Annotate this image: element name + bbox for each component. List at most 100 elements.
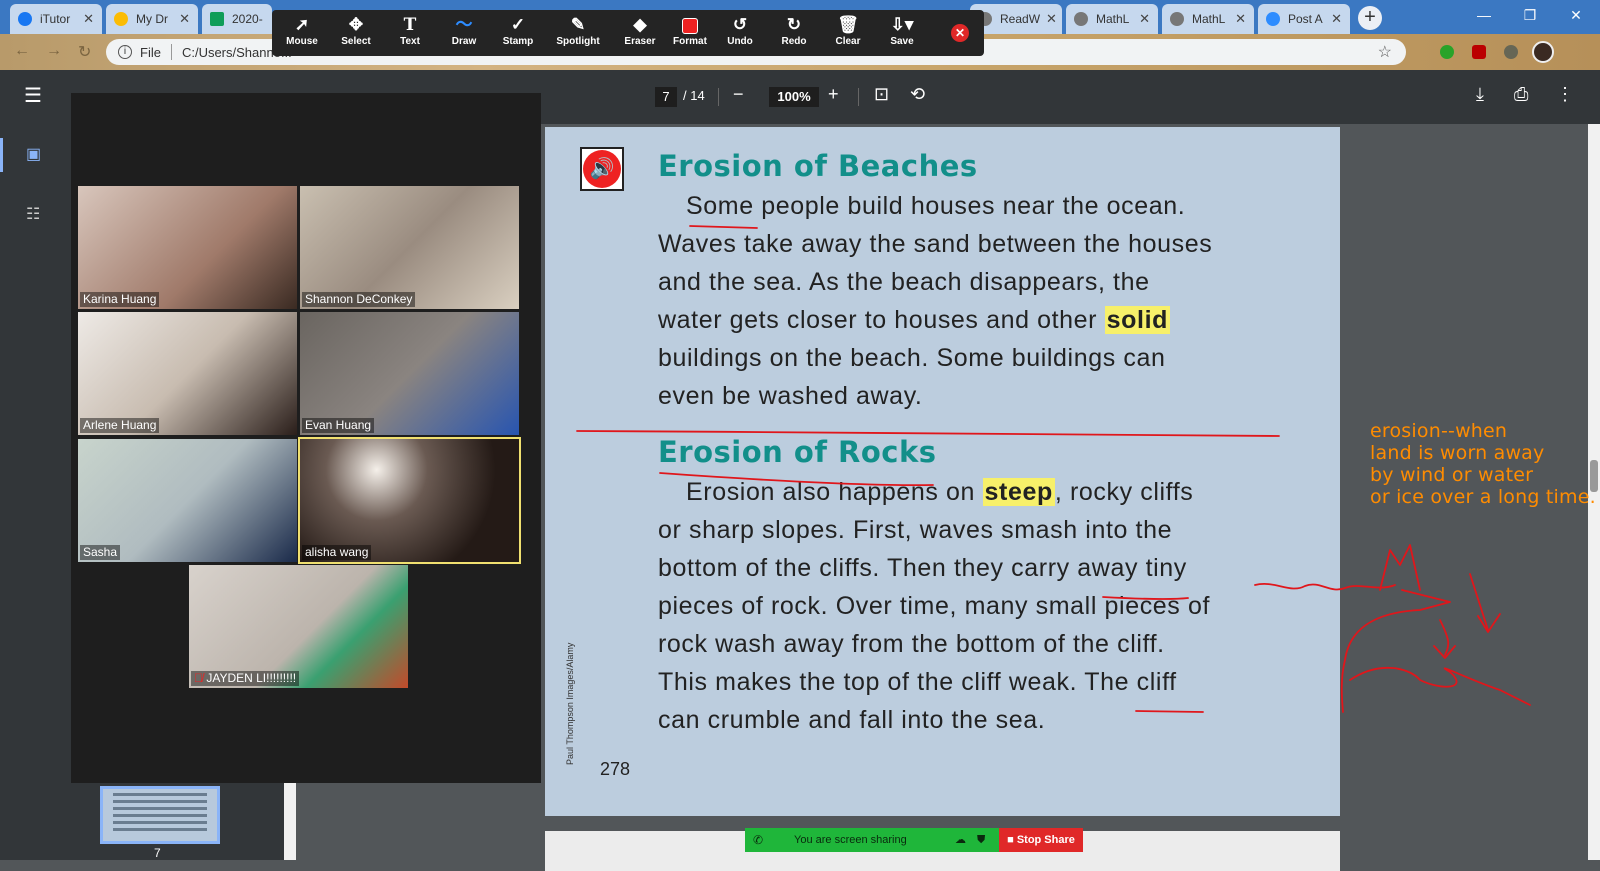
browser-tab[interactable]: My Dr ✕ (106, 4, 198, 34)
tab-label: iTutor (40, 12, 71, 26)
video-gallery: Karina Huang Shannon DeConkey Arlene Hua… (71, 93, 541, 783)
undo-icon: ↺ (732, 15, 748, 34)
info-icon[interactable]: i (118, 45, 132, 59)
tab-label: 2020- (232, 12, 263, 26)
tab-label: My Dr (136, 12, 168, 26)
new-tab-button[interactable]: + (1358, 6, 1382, 30)
video-tile[interactable]: Sasha (78, 439, 297, 562)
zoom-icon (1266, 12, 1280, 26)
download-icon[interactable]: ⤓ (1476, 84, 1484, 105)
thumbnails-icon[interactable]: ▣ (26, 144, 41, 164)
video-tile[interactable]: Arlene Huang (78, 312, 297, 435)
ublock-icon[interactable] (1472, 45, 1486, 59)
globe-icon (1170, 12, 1184, 26)
thumbnail-number: 7 (154, 846, 161, 860)
red-square-icon (664, 14, 716, 36)
sharing-status: ✆ You are screen sharing ☁ ⛊ (745, 828, 999, 852)
redo-icon: ↻ (786, 15, 802, 34)
audio-button[interactable]: 🔊 (580, 147, 624, 191)
browser-tab[interactable]: MathL ✕ (1066, 4, 1158, 34)
tool-undo[interactable]: ↺ Undo (714, 14, 766, 54)
extension-icon[interactable] (1504, 45, 1518, 59)
fit-page-icon[interactable]: ⊡ (874, 84, 889, 105)
check-icon: ✓ (510, 15, 526, 34)
browser-tab[interactable]: MathL ✕ (1162, 4, 1254, 34)
minimize-icon[interactable]: — (1462, 0, 1506, 30)
tool-stamp[interactable]: ✓ Stamp (492, 14, 544, 54)
page-thumbnail[interactable] (100, 786, 220, 844)
close-icon[interactable]: ✕ (173, 11, 190, 27)
heading-rocks: Erosion of Rocks (658, 435, 937, 469)
squiggle-icon: 〜 (455, 15, 473, 34)
phone-icon: ✆ (753, 833, 764, 847)
tool-draw[interactable]: 〜 Draw (438, 14, 490, 54)
rotate-icon[interactable]: ⟲ (910, 84, 925, 105)
video-tile-active-speaker[interactable]: alisha wang (298, 437, 521, 564)
browser-tab[interactable]: 2020- (202, 4, 272, 34)
browser-tab[interactable]: Post A ✕ (1258, 4, 1350, 34)
shield-icon: ⛊ (977, 834, 986, 846)
zoom-input[interactable]: 100% (769, 87, 819, 107)
forward-icon[interactable]: → (46, 42, 62, 60)
tab-label: Post A (1288, 12, 1323, 26)
zoom-in-icon[interactable]: + (828, 84, 839, 105)
participant-name: alisha wang (302, 545, 372, 560)
annotation-note: erosion--when land is worn away by wind … (1370, 420, 1596, 508)
close-icon[interactable]: ✕ (1229, 11, 1246, 27)
tool-select[interactable]: ✥ Select (330, 14, 382, 54)
paragraph-rocks: Erosion also happens on steep, rocky cli… (658, 478, 1210, 734)
window-close-icon[interactable]: ✕ (1554, 0, 1598, 30)
eraser-icon: ◆ (633, 15, 647, 34)
more-options-icon[interactable]: ⋮ (1556, 84, 1574, 105)
tool-spotlight[interactable]: ✎ Spotlight (552, 14, 604, 54)
profile-avatar[interactable] (1532, 41, 1554, 63)
speaker-icon: 🔊 (583, 150, 621, 188)
close-annotation-button[interactable]: ✕ (951, 24, 969, 42)
close-icon[interactable]: ✕ (1325, 11, 1342, 27)
participant-name: 🎙̸ JAYDEN LI!!!!!!!!! (191, 671, 300, 686)
ink-cliff-sketch (1340, 544, 1531, 713)
tool-mouse[interactable]: ➚ Mouse (276, 14, 328, 54)
star-icon[interactable]: ☆ (1378, 42, 1392, 62)
restore-icon[interactable]: ❐ (1508, 0, 1552, 30)
cursor-icon: ➚ (294, 15, 310, 34)
zoom-out-icon[interactable]: − (733, 84, 744, 105)
tool-format[interactable]: Format (664, 14, 716, 54)
address-scheme: File (140, 44, 161, 60)
browser-tab[interactable]: iTutor ✕ (10, 4, 102, 34)
photo-credit: Paul Thompson Images/Alamy (565, 642, 575, 765)
page-number: 278 (600, 759, 631, 779)
pdf-page: 🔊 Erosion of Beaches Some people build h… (545, 127, 1340, 816)
tool-text[interactable]: T Text (384, 14, 436, 54)
tab-label: MathL (1192, 12, 1226, 26)
tool-redo[interactable]: ↻ Redo (768, 14, 820, 54)
extension-icon[interactable] (1440, 45, 1454, 59)
close-icon[interactable]: ✕ (77, 11, 94, 27)
back-icon[interactable]: ← (14, 42, 30, 60)
ink-arrow-down (1469, 573, 1501, 633)
tool-clear[interactable]: 🗑 Clear (822, 14, 874, 54)
trash-icon: 🗑 (837, 15, 859, 34)
close-icon[interactable]: ✕ (1040, 11, 1057, 27)
tool-save[interactable]: ⇩▾ Save (876, 14, 928, 54)
outline-icon[interactable]: ☷ (26, 204, 40, 224)
video-tile[interactable]: Shannon DeConkey (300, 186, 519, 309)
video-tile[interactable]: Evan Huang (300, 312, 519, 435)
stop-share-button[interactable]: ■ Stop Share (999, 828, 1083, 852)
tool-eraser[interactable]: ◆ Eraser (614, 14, 666, 54)
video-tile[interactable]: 🎙̸ JAYDEN LI!!!!!!!!! (189, 565, 408, 688)
muted-icon: 🎙̸ (194, 671, 207, 685)
close-icon[interactable]: ✕ (1133, 11, 1150, 27)
menu-icon[interactable]: ☰ (24, 83, 42, 108)
save-icon: ⇩▾ (890, 15, 914, 34)
facebook-icon (18, 12, 32, 26)
heading-beaches: Erosion of Beaches (658, 149, 978, 183)
wand-icon: ✎ (570, 15, 586, 34)
pdf-sidebar: ▣ ☷ (0, 124, 70, 860)
page-input[interactable]: 7 (655, 87, 677, 107)
tab-label: MathL (1096, 12, 1130, 26)
participant-name: Shannon DeConkey (302, 292, 416, 307)
print-icon[interactable]: ⎙ (1514, 84, 1528, 105)
video-tile[interactable]: Karina Huang (78, 186, 297, 309)
reload-icon[interactable]: ↻ (78, 42, 91, 62)
